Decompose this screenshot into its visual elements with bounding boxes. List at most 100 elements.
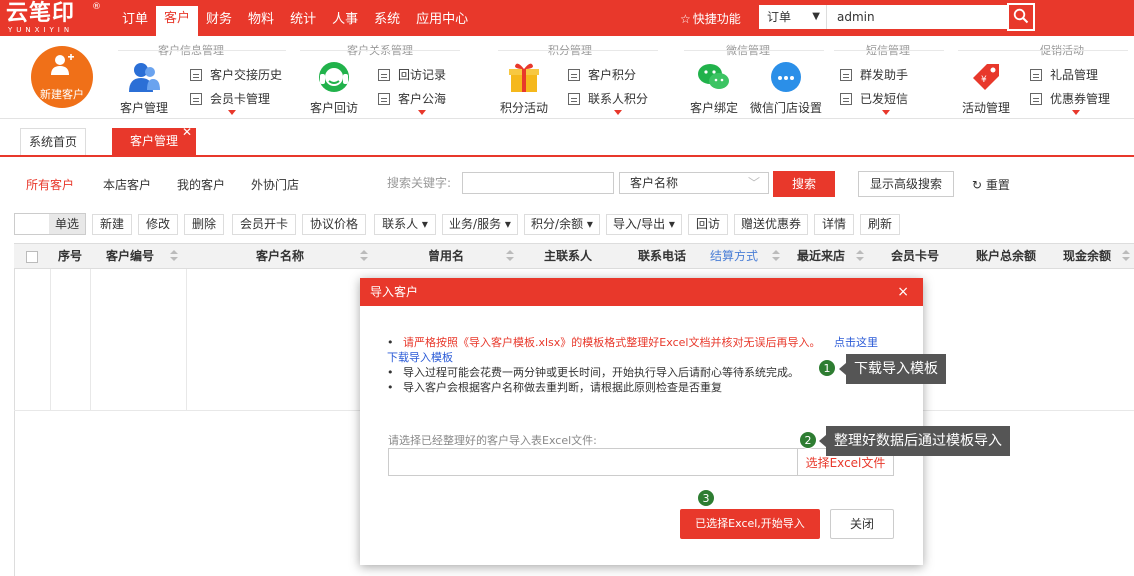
- customer-visit-button[interactable]: 客户回访: [306, 60, 362, 116]
- col-settlement[interactable]: 结算方式: [704, 244, 764, 268]
- filter-my-customers[interactable]: 我的客户: [177, 176, 225, 193]
- customer-points-link[interactable]: 客户积分: [568, 68, 636, 82]
- tab-home[interactable]: 系统首页: [20, 128, 86, 155]
- col-seq[interactable]: 序号: [50, 244, 90, 268]
- refresh-icon: ↻: [972, 178, 983, 192]
- col-main-contact[interactable]: 主联系人: [526, 244, 610, 268]
- group-divider: [498, 50, 658, 51]
- customer-bind-button[interactable]: 客户绑定: [684, 60, 744, 116]
- filter-external-stores[interactable]: 外协门店: [251, 176, 299, 193]
- contact-points-link[interactable]: 联系人积分: [568, 92, 648, 106]
- customer-public-pool-link[interactable]: 客户公海: [378, 92, 446, 106]
- wechat-icon: [698, 64, 729, 89]
- new-button[interactable]: 新建: [92, 214, 132, 235]
- nav-item-materials[interactable]: 物料: [240, 0, 282, 36]
- points-balance-dropdown-button[interactable]: 积分/余额 ▾: [524, 214, 600, 235]
- nav-item-system[interactable]: 系统: [366, 0, 408, 36]
- keyword-input[interactable]: [462, 172, 614, 194]
- details-button[interactable]: 详情: [814, 214, 854, 235]
- activity-manage-button[interactable]: ¥ 活动管理: [958, 60, 1014, 116]
- sort-icon[interactable]: [170, 250, 178, 262]
- top-search-input[interactable]: admin: [826, 5, 1007, 29]
- quick-functions-link[interactable]: ☆ 快捷功能: [680, 10, 741, 27]
- member-card-open-button[interactable]: 会员开卡: [232, 214, 296, 235]
- close-dialog-button[interactable]: 关闭: [830, 509, 894, 539]
- import-export-dropdown-button[interactable]: 导入/导出 ▾: [606, 214, 682, 235]
- list-icon: [1030, 69, 1042, 81]
- filter-all-customers[interactable]: 所有客户: [26, 176, 74, 193]
- nav-item-orders[interactable]: 订单: [114, 0, 156, 36]
- nav-item-stats[interactable]: 统计: [282, 0, 324, 36]
- sort-icon[interactable]: [1122, 250, 1130, 262]
- search-button[interactable]: 搜索: [773, 171, 835, 197]
- visit-record-link[interactable]: 回访记录: [378, 68, 446, 82]
- dialog-header: 导入客户 ×: [360, 278, 923, 306]
- business-service-dropdown-button[interactable]: 业务/服务 ▾: [442, 214, 518, 235]
- points-activity-button[interactable]: 积分活动: [496, 60, 552, 116]
- gift-manage-link[interactable]: 礼品管理: [1030, 68, 1098, 82]
- col-customer-no[interactable]: 客户编号: [90, 244, 170, 268]
- col-total-balance[interactable]: 账户总余额: [966, 244, 1046, 268]
- search-scope-select[interactable]: 订单 ▼: [759, 5, 826, 29]
- reset-button[interactable]: ↻ 重置: [972, 176, 1010, 193]
- member-card-manage-link[interactable]: 会员卡管理: [190, 92, 270, 106]
- nav-item-apps[interactable]: 应用中心: [408, 0, 476, 36]
- tab-customer-manage[interactable]: 客户管理 ✕: [112, 125, 196, 155]
- import-note-1: • 请严格按照《导入客户模板.xlsx》的模板格式整理好Excel文档并核对无误…: [387, 336, 897, 350]
- filter-store-customers[interactable]: 本店客户: [103, 176, 151, 193]
- logo-subtext: YUNXIYIN: [8, 26, 74, 34]
- table-header: 序号 客户编号 客户名称 曾用名 主联系人 联系电话 结算方式 最近来店 会员卡…: [14, 243, 1134, 269]
- caret-down-icon[interactable]: [418, 110, 426, 115]
- col-last-visit[interactable]: 最近来店: [786, 244, 856, 268]
- sort-icon[interactable]: [772, 250, 780, 262]
- visit-button[interactable]: 回访: [688, 214, 728, 235]
- caret-down-icon[interactable]: [228, 110, 236, 115]
- col-phone[interactable]: 联系电话: [612, 244, 712, 268]
- activity-manage-label: 活动管理: [961, 101, 1010, 115]
- mass-sms-link[interactable]: 群发助手: [840, 68, 908, 82]
- keyword-field-select[interactable]: 客户名称 ﹀: [619, 172, 769, 194]
- bullet: •: [387, 336, 394, 349]
- gift-coupon-button[interactable]: 赠送优惠券: [734, 214, 808, 235]
- customer-handover-history-link[interactable]: 客户交接历史: [190, 68, 282, 82]
- col-customer-name[interactable]: 客户名称: [200, 244, 360, 268]
- col-member-card[interactable]: 会员卡号: [874, 244, 956, 268]
- coupon-manage-link[interactable]: 优惠券管理: [1030, 92, 1110, 106]
- agreement-price-button[interactable]: 协议价格: [302, 214, 366, 235]
- click-here-link[interactable]: 点击这里: [834, 336, 878, 349]
- excel-file-input[interactable]: [388, 448, 798, 476]
- list-icon: [840, 69, 852, 81]
- caret-down-icon[interactable]: [882, 110, 890, 115]
- close-tab-icon[interactable]: ✕: [182, 119, 192, 146]
- wechat-store-settings-button[interactable]: 微信门店设置: [748, 60, 824, 116]
- sent-sms-link[interactable]: 已发短信: [840, 92, 908, 106]
- nav-item-hr[interactable]: 人事: [324, 0, 366, 36]
- import-customer-dialog: 导入客户 × • 请严格按照《导入客户模板.xlsx》的模板格式整理好Excel…: [360, 278, 923, 565]
- nav-item-finance[interactable]: 财务: [198, 0, 240, 36]
- sort-icon[interactable]: [506, 250, 514, 262]
- edit-button[interactable]: 修改: [138, 214, 178, 235]
- group-divider: [834, 50, 944, 51]
- caret-down-icon[interactable]: [614, 110, 622, 115]
- sort-icon[interactable]: [856, 250, 864, 262]
- refresh-button[interactable]: 刷新: [860, 214, 900, 235]
- single-select-toggle[interactable]: 单选: [14, 213, 86, 235]
- nav-item-customers[interactable]: 客户: [156, 6, 199, 36]
- select-all-checkbox[interactable]: [26, 251, 38, 263]
- keyword-label: 搜索关键字:: [387, 176, 452, 190]
- sort-icon[interactable]: [360, 250, 368, 262]
- contacts-dropdown-button[interactable]: 联系人 ▾: [374, 214, 436, 235]
- advanced-search-button[interactable]: 显示高级搜索: [858, 171, 954, 197]
- caret-down-icon[interactable]: [1072, 110, 1080, 115]
- top-search-button[interactable]: [1007, 3, 1035, 31]
- col-cash-balance[interactable]: 现金余额: [1054, 244, 1120, 268]
- download-template-link[interactable]: 下载导入模板: [387, 351, 453, 365]
- brand-logo: 云笔印 YUNXIYIN ®: [6, 2, 101, 35]
- start-import-button[interactable]: 已选择Excel,开始导入: [680, 509, 820, 539]
- list-icon: [568, 69, 580, 81]
- new-customer-button[interactable]: 新建客户: [31, 46, 93, 108]
- delete-button[interactable]: 删除: [184, 214, 224, 235]
- close-icon[interactable]: ×: [897, 278, 909, 306]
- customer-manage-button[interactable]: 客户管理: [116, 60, 172, 116]
- col-former-name[interactable]: 曾用名: [390, 244, 502, 268]
